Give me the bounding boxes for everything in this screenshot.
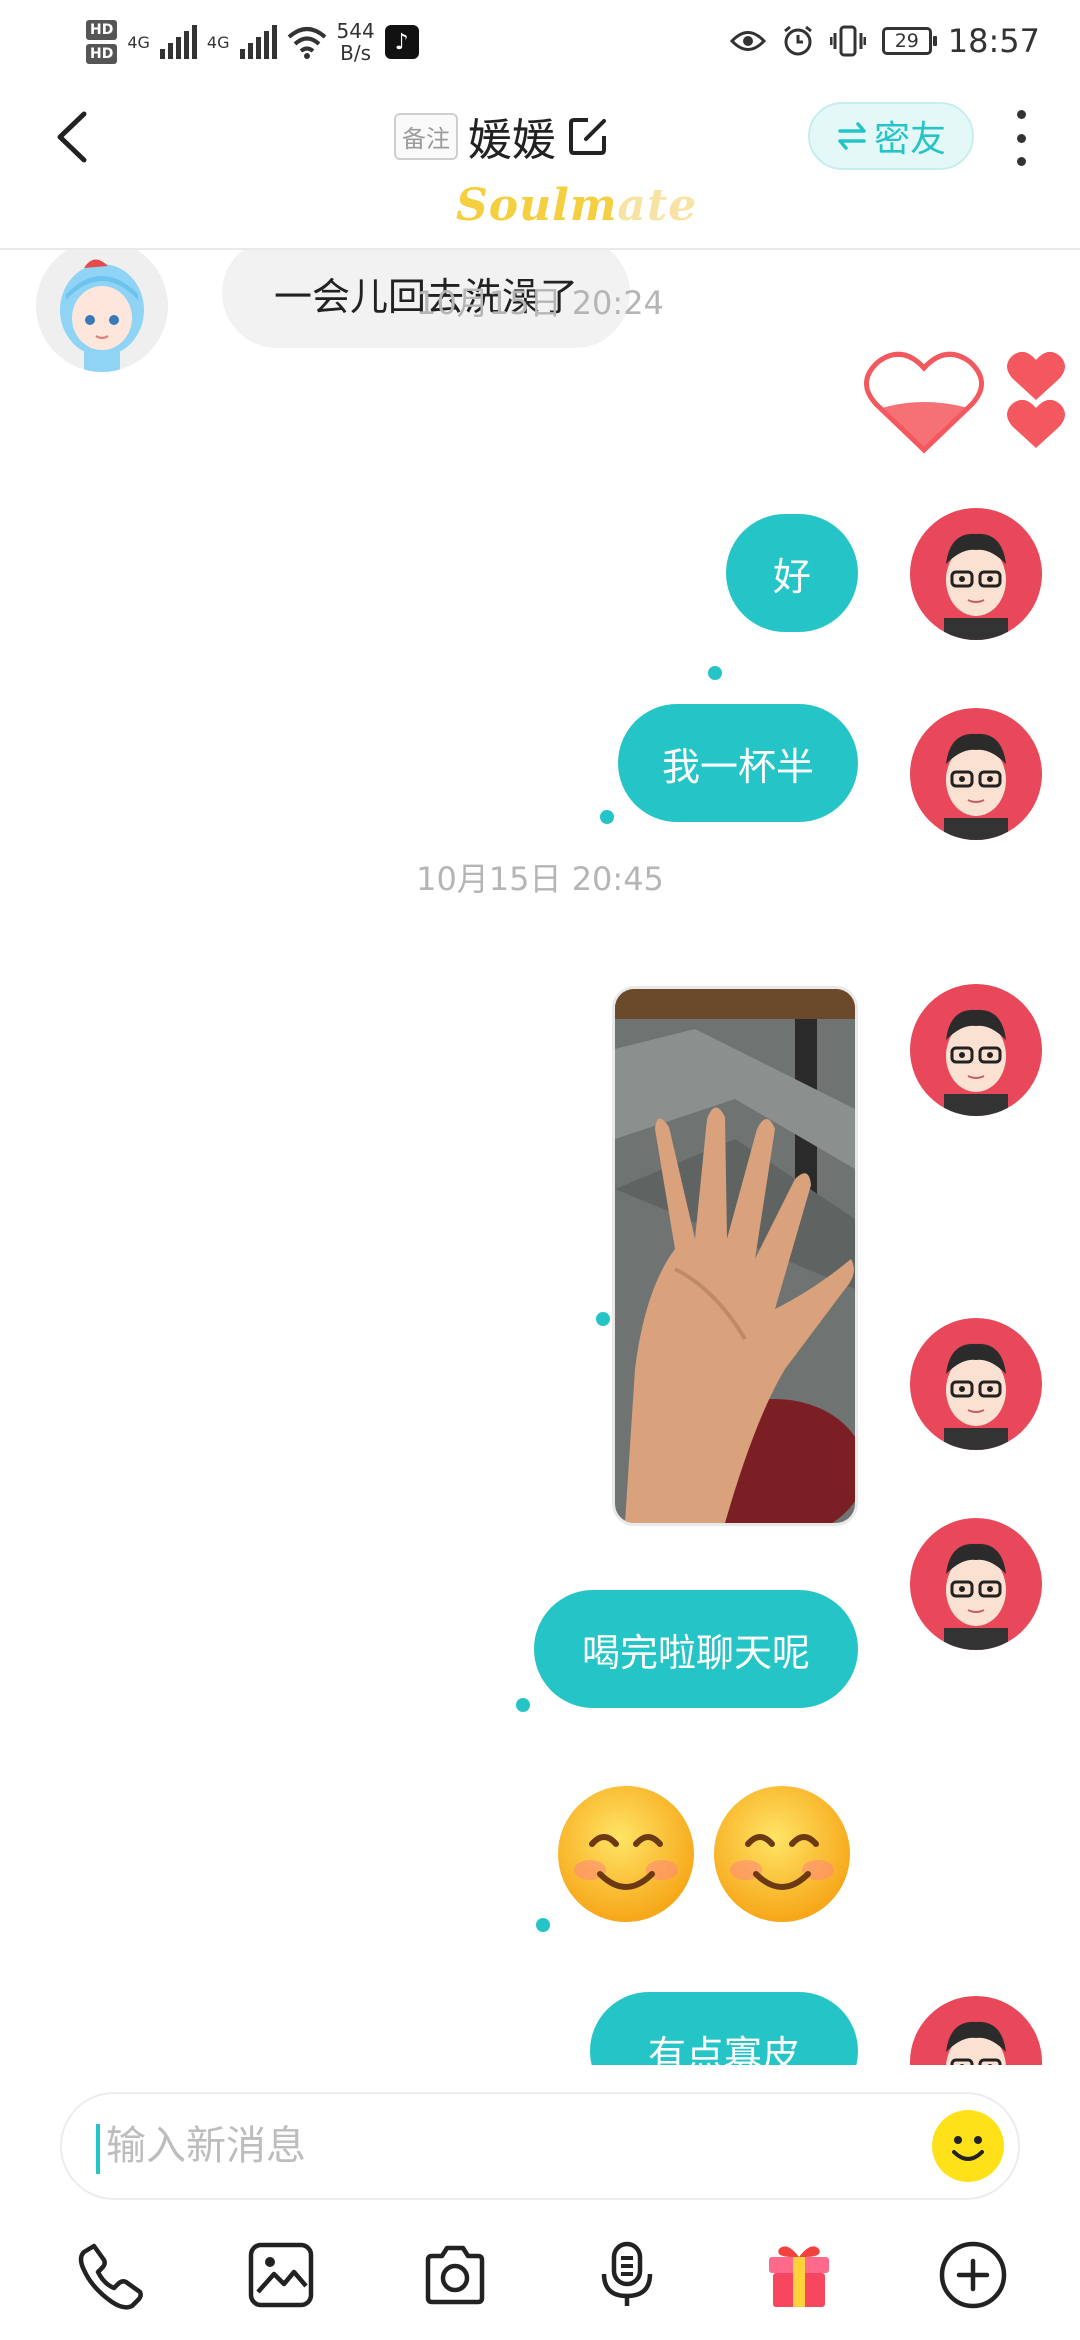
- close-friend-button[interactable]: 密友: [808, 102, 974, 170]
- contact-name: 媛媛: [468, 115, 556, 166]
- message-bubble-outgoing[interactable]: 我一杯半: [618, 704, 858, 822]
- clock: 18:57: [947, 22, 1040, 60]
- timestamp: 10月15日 20:45: [416, 860, 664, 898]
- gift-button[interactable]: [754, 2230, 844, 2320]
- remark-tag: 备注: [394, 112, 458, 160]
- voice-call-button[interactable]: [66, 2230, 156, 2320]
- network-type-2: 4G: [206, 32, 230, 52]
- plus-circle-icon: [939, 2241, 1007, 2309]
- sent-indicator: [600, 810, 614, 824]
- voice-icon: [601, 2241, 653, 2306]
- tiktok-notification-icon: ♪: [384, 25, 419, 59]
- signal-1-icon: [159, 25, 197, 59]
- voice-message-button[interactable]: [582, 2230, 672, 2320]
- soulmate-logo: Soulmate: [456, 180, 698, 231]
- message-bubble-outgoing[interactable]: 喝完啦聊天呢: [534, 1590, 858, 1708]
- sent-indicator: [536, 1918, 550, 1932]
- my-avatar[interactable]: [910, 708, 1042, 840]
- close-friend-label: 密友: [873, 119, 946, 160]
- signal-2-icon: [239, 25, 277, 59]
- album-button[interactable]: [236, 2230, 326, 2320]
- message-list[interactable]: 一会儿回去洗澡了 10月15日 20:24 好 我一杯半 10月15日 20:4…: [0, 250, 1080, 2065]
- my-avatar[interactable]: [910, 508, 1042, 640]
- my-avatar[interactable]: [910, 1996, 1042, 2065]
- camera-icon: [425, 2245, 485, 2305]
- smiley-icon[interactable]: [930, 2108, 1006, 2184]
- chat-toolbar: [0, 2230, 1080, 2320]
- wifi-icon: [287, 27, 326, 59]
- back-button[interactable]: [48, 102, 100, 172]
- smiling-emoji-message[interactable]: [554, 1782, 864, 1926]
- status-bar: HD HD 4G 4G 544 B/s ♪ 29 18:57: [0, 0, 1080, 80]
- gift-icon: [769, 2246, 829, 2307]
- hd-badge-1: HD: [86, 20, 118, 40]
- my-avatar[interactable]: [910, 984, 1042, 1116]
- chat-header: 备注 媛媛 密友 Soulmate: [0, 80, 1080, 250]
- vibrate-icon: [829, 25, 866, 57]
- message-bubble-outgoing[interactable]: 有点寡皮: [590, 1992, 858, 2065]
- camera-button[interactable]: [410, 2230, 500, 2320]
- phone-icon: [78, 2243, 143, 2310]
- network-speed: 544 B/s: [336, 19, 375, 65]
- timestamp: 10月15日 20:24: [416, 284, 664, 322]
- image-icon: [248, 2242, 314, 2308]
- heart-icon[interactable]: [862, 342, 1072, 462]
- more-actions-button[interactable]: [928, 2230, 1018, 2320]
- alarm-icon: [783, 25, 812, 56]
- sent-indicator: [516, 1698, 530, 1712]
- my-avatar[interactable]: [910, 1518, 1042, 1650]
- text-cursor: [96, 2124, 100, 2174]
- eye-icon: [729, 31, 766, 51]
- switch-arrows-icon: [838, 122, 866, 150]
- photo-message[interactable]: [612, 986, 858, 1526]
- message-input-placeholder: 输入新消息: [106, 2123, 306, 2169]
- network-type-1: 4G: [127, 32, 150, 52]
- back-arrow-icon: [57, 111, 87, 163]
- more-vertical-icon: [1016, 110, 1026, 119]
- contact-title[interactable]: 备注 媛媛: [394, 104, 610, 168]
- message-input[interactable]: 输入新消息: [60, 2092, 1020, 2200]
- sent-indicator: [596, 1312, 610, 1326]
- battery-indicator: 29: [881, 27, 937, 55]
- my-avatar[interactable]: [910, 1318, 1042, 1450]
- more-options-button[interactable]: [1006, 110, 1036, 166]
- hd-badge-2: HD: [86, 44, 118, 64]
- sent-indicator: [708, 666, 722, 680]
- edit-icon[interactable]: [566, 114, 610, 158]
- message-bubble-outgoing[interactable]: 好: [726, 514, 858, 632]
